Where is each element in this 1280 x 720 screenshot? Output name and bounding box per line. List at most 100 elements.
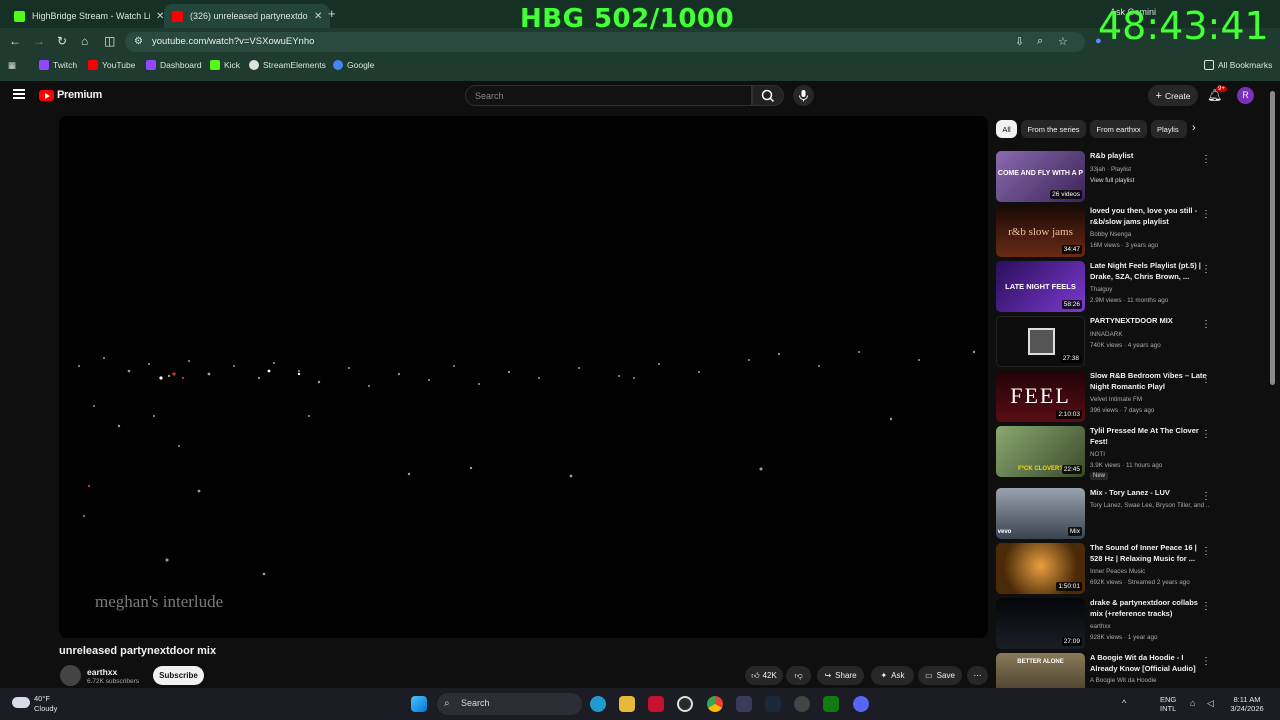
chip-playlists[interactable]: Playlis bbox=[1151, 120, 1187, 138]
file-explorer-icon[interactable] bbox=[619, 696, 635, 712]
rec-channel[interactable]: Bobby Nsenga bbox=[1090, 231, 1210, 238]
subscribe-button[interactable]: Subscribe bbox=[153, 666, 204, 685]
more-vertical-icon[interactable]: ⋮ bbox=[1201, 319, 1211, 330]
tray-overflow-icon[interactable]: ^ bbox=[1122, 698, 1126, 708]
recommendation-item[interactable]: BETTER ALONE A Boogie Wit da Hoodie - I … bbox=[996, 653, 1256, 688]
rec-title[interactable]: Mix - Tory Lanez - LUV bbox=[1090, 488, 1210, 499]
bookmark-twitch[interactable]: Twitch bbox=[39, 60, 77, 70]
rec-channel[interactable]: NOTI bbox=[1090, 451, 1210, 458]
youtube-logo-icon[interactable] bbox=[39, 90, 54, 101]
more-vertical-icon[interactable]: ⋮ bbox=[1201, 601, 1211, 612]
acrobat-icon[interactable] bbox=[648, 696, 664, 712]
edge-browser-icon[interactable] bbox=[590, 696, 606, 712]
video-thumbnail[interactable]: COME AND FLY WITH A P 26 videos bbox=[996, 151, 1085, 202]
volume-icon[interactable]: ◁ bbox=[1207, 698, 1214, 709]
more-vertical-icon[interactable]: ⋮ bbox=[1201, 374, 1211, 385]
rec-title[interactable]: PARTYNEXTDOOR MIX bbox=[1090, 316, 1210, 327]
home-icon[interactable]: ⌂ bbox=[81, 34, 88, 48]
discord-icon[interactable] bbox=[853, 696, 869, 712]
site-info-icon[interactable]: ⚙ bbox=[134, 36, 143, 47]
search-button[interactable] bbox=[752, 85, 784, 106]
voice-search-button[interactable] bbox=[793, 85, 814, 106]
rec-title[interactable]: Tylil Pressed Me At The Clover Fest! bbox=[1090, 426, 1210, 447]
network-icon[interactable]: ⌂ bbox=[1190, 698, 1195, 708]
like-button[interactable]: 👍︎ 42K bbox=[745, 666, 783, 685]
recommendation-item[interactable]: 1:50:01 The Sound of Inner Peace 16 | 52… bbox=[996, 543, 1256, 594]
bookmark-google[interactable]: Google bbox=[333, 60, 374, 70]
chip-from-the-series[interactable]: From the series bbox=[1021, 120, 1086, 138]
recommendation-item[interactable]: vevo Mix Mix - Tory Lanez - LUV Tory Lan… bbox=[996, 488, 1256, 539]
channel-name[interactable]: earthxx bbox=[87, 667, 117, 677]
rec-title[interactable]: R&b playlist bbox=[1090, 151, 1210, 162]
taskbar-search[interactable]: Search bbox=[437, 693, 582, 715]
clock[interactable]: 8:11 AM 3/24/2026 bbox=[1224, 695, 1270, 713]
rec-title[interactable]: A Boogie Wit da Hoodie - I Already Know … bbox=[1090, 653, 1210, 674]
rec-title[interactable]: Slow R&B Bedroom Vibes – Late Night Roma… bbox=[1090, 371, 1210, 392]
video-thumbnail[interactable]: FEEL 2:10:03 bbox=[996, 371, 1085, 422]
video-thumbnail[interactable]: r&b slow jams 34:47 bbox=[996, 206, 1085, 257]
rec-channel[interactable]: Inner Peaces Music bbox=[1090, 568, 1210, 575]
video-thumbnail[interactable]: 1:50:01 bbox=[996, 543, 1085, 594]
close-tab-icon[interactable]: ✕ bbox=[314, 11, 322, 22]
bookmark-dashboard[interactable]: Dashboard bbox=[146, 60, 202, 70]
dislike-button[interactable]: 👎︎ bbox=[786, 666, 811, 685]
weather-widget[interactable]: 40°F Cloudy bbox=[34, 694, 57, 714]
rec-title[interactable]: drake & partynextdoor collabs mix (+refe… bbox=[1090, 598, 1210, 619]
save-button[interactable]: ▭ Save bbox=[918, 666, 962, 685]
apps-grid-icon[interactable]: ▦ bbox=[8, 60, 16, 71]
chrome-icon[interactable] bbox=[707, 696, 723, 712]
zoom-icon[interactable]: ⌕ bbox=[1037, 35, 1043, 48]
account-avatar[interactable]: R bbox=[1237, 87, 1254, 104]
xbox-icon[interactable] bbox=[823, 696, 839, 712]
youtube-premium-logo[interactable]: Premium bbox=[57, 89, 102, 101]
more-vertical-icon[interactable]: ⋮ bbox=[1201, 546, 1211, 557]
video-player[interactable]: meghan's interlude bbox=[59, 116, 988, 638]
hamburger-menu-icon[interactable] bbox=[13, 89, 25, 99]
4k-video-icon[interactable] bbox=[794, 696, 810, 712]
ask-button[interactable]: ✦ Ask bbox=[871, 666, 914, 685]
rec-channel[interactable]: Tory Lanez, Swae Lee, Bryson Tiller, and… bbox=[1090, 502, 1210, 509]
share-button[interactable]: ↪ Share bbox=[817, 666, 864, 685]
tab-highbridge[interactable]: HighBridge Stream - Watch Liv ✕ bbox=[6, 4, 172, 28]
bookmark-streamelements[interactable]: StreamElements bbox=[249, 60, 326, 70]
rec-channel[interactable]: Velvet Intimate FM bbox=[1090, 396, 1210, 403]
bookmark-youtube[interactable]: YouTube bbox=[88, 60, 135, 70]
rec-channel[interactable]: 33jah · Playlist bbox=[1090, 166, 1210, 173]
more-vertical-icon[interactable]: ⋮ bbox=[1201, 209, 1211, 220]
rec-channel[interactable]: A Boogie Wit da Hoodie bbox=[1090, 677, 1210, 684]
chip-from-earthxx[interactable]: From earthxx bbox=[1090, 120, 1147, 138]
video-thumbnail[interactable]: LATE NIGHT FEELS 58:26 bbox=[996, 261, 1085, 312]
chevron-right-icon[interactable]: › bbox=[1192, 122, 1196, 134]
search-input[interactable]: Search bbox=[465, 85, 752, 106]
video-thumbnail[interactable]: 27:38 bbox=[996, 316, 1085, 367]
channel-avatar[interactable] bbox=[60, 665, 81, 686]
rec-title[interactable]: Late Night Feels Playlist (pt.5) | Drake… bbox=[1090, 261, 1210, 282]
more-actions-button[interactable]: ⋯ bbox=[967, 666, 988, 685]
rec-channel[interactable]: INNADARK bbox=[1090, 331, 1210, 338]
view-playlist-link[interactable]: View full playlist bbox=[1090, 177, 1210, 184]
more-vertical-icon[interactable]: ⋮ bbox=[1201, 154, 1211, 165]
app-grid-icon[interactable] bbox=[736, 696, 752, 712]
more-vertical-icon[interactable]: ⋮ bbox=[1201, 491, 1211, 502]
input-language[interactable]: ENG INTL bbox=[1160, 695, 1176, 713]
rec-channel[interactable]: Thaiguy bbox=[1090, 286, 1210, 293]
more-vertical-icon[interactable]: ⋮ bbox=[1201, 264, 1211, 275]
windows-start-icon[interactable] bbox=[411, 696, 427, 712]
create-button[interactable]: + Create bbox=[1148, 85, 1198, 106]
rec-title[interactable]: loved you then, love you still - r&b/slo… bbox=[1090, 206, 1210, 227]
chip-all[interactable]: All bbox=[996, 120, 1017, 138]
recommendation-item[interactable]: COME AND FLY WITH A P 26 videos R&b play… bbox=[996, 151, 1256, 202]
recommendation-item[interactable]: 27:38 PARTYNEXTDOOR MIX INNADARK 740K vi… bbox=[996, 316, 1256, 367]
rec-title[interactable]: The Sound of Inner Peace 16 | 528 Hz | R… bbox=[1090, 543, 1210, 564]
rec-channel[interactable]: earthxx bbox=[1090, 623, 1210, 630]
bookmark-kick[interactable]: Kick bbox=[210, 60, 240, 70]
back-icon[interactable]: ← bbox=[9, 34, 21, 48]
bookmark-star-icon[interactable]: ☆ bbox=[1058, 35, 1068, 48]
recommendation-item[interactable]: r&b slow jams 34:47 loved you then, love… bbox=[996, 206, 1256, 257]
forward-icon[interactable]: → bbox=[33, 34, 45, 48]
split-view-icon[interactable]: ◫ bbox=[104, 34, 115, 48]
video-thumbnail[interactable]: F*CK CLOVER? 22:45 bbox=[996, 426, 1085, 477]
video-thumbnail[interactable]: vevo Mix bbox=[996, 488, 1085, 539]
url-text[interactable]: youtube.com/watch?v=VSXowuEYnho bbox=[152, 36, 314, 47]
recommendation-item[interactable]: LATE NIGHT FEELS 58:26 Late Night Feels … bbox=[996, 261, 1256, 312]
